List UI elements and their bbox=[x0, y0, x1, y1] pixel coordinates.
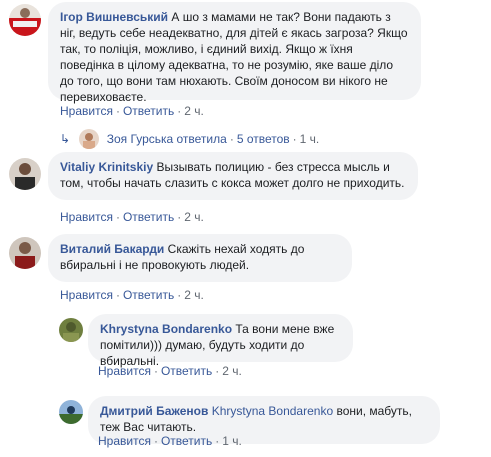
avatar[interactable] bbox=[9, 4, 41, 36]
replies-count[interactable]: 5 ответов bbox=[237, 132, 290, 146]
reply-link[interactable]: Ответить bbox=[161, 434, 212, 448]
timestamp[interactable]: 2 ч. bbox=[222, 364, 242, 378]
reply-link[interactable]: Ответить bbox=[123, 210, 174, 224]
comment-actions: Нравится · Ответить · 2 ч. bbox=[98, 364, 242, 378]
timestamp[interactable]: 2 ч. bbox=[184, 210, 204, 224]
view-replies[interactable]: ↳ Зоя Гурська ответила · 5 ответов · 1 ч. bbox=[60, 129, 320, 149]
timestamp[interactable]: 2 ч. bbox=[184, 288, 204, 302]
like-link[interactable]: Нравится bbox=[60, 288, 113, 302]
comment-bubble: Vitaliy Krinitskiy Вызывать полицию - бе… bbox=[48, 152, 418, 200]
like-link[interactable]: Нравится bbox=[98, 364, 151, 378]
reply-link[interactable]: Ответить bbox=[123, 104, 174, 118]
avatar[interactable] bbox=[9, 158, 41, 190]
replies-author[interactable]: Зоя Гурська ответила bbox=[107, 132, 227, 146]
comment-bubble: Виталий Бакарди Скажіть нехай ходять до … bbox=[48, 234, 352, 282]
avatar[interactable] bbox=[59, 318, 83, 342]
comment-actions: Нравится · Ответить · 2 ч. bbox=[60, 210, 204, 224]
avatar[interactable] bbox=[9, 237, 41, 269]
comment-actions: Нравится · Ответить · 2 ч. bbox=[60, 104, 204, 118]
like-link[interactable]: Нравится bbox=[60, 104, 113, 118]
comment-author[interactable]: Khrystyna Bondarenko bbox=[100, 322, 232, 336]
comment-author[interactable]: Виталий Бакарди bbox=[60, 242, 164, 256]
comment-author[interactable]: Vitaliy Krinitskiy bbox=[60, 160, 153, 174]
comment-text: А шо з мамами не так? Вони падають з ніг… bbox=[60, 10, 408, 104]
timestamp: 1 ч. bbox=[299, 132, 320, 147]
comment-bubble: Ігор Вишневський А шо з мамами не так? В… bbox=[48, 2, 421, 104]
timestamp[interactable]: 1 ч. bbox=[222, 434, 242, 448]
avatar bbox=[79, 129, 100, 149]
comment-bubble: Khrystyna Bondarenko Та вони мене вже по… bbox=[88, 314, 353, 368]
reply-link[interactable]: Ответить bbox=[161, 364, 212, 378]
like-link[interactable]: Нравится bbox=[60, 210, 113, 224]
mention-link[interactable]: Khrystyna Bondarenko bbox=[212, 404, 333, 418]
comment-author[interactable]: Ігор Вишневський bbox=[60, 10, 168, 24]
comment-author[interactable]: Дмитрий Баженов bbox=[100, 404, 208, 418]
comment-actions: Нравится · Ответить · 1 ч. bbox=[98, 434, 242, 448]
reply-arrow-icon: ↳ bbox=[60, 132, 71, 147]
reply-link[interactable]: Ответить bbox=[123, 288, 174, 302]
timestamp[interactable]: 2 ч. bbox=[184, 104, 204, 118]
like-link[interactable]: Нравится bbox=[98, 434, 151, 448]
avatar[interactable] bbox=[59, 400, 83, 424]
comment-actions: Нравится · Ответить · 2 ч. bbox=[60, 288, 204, 302]
